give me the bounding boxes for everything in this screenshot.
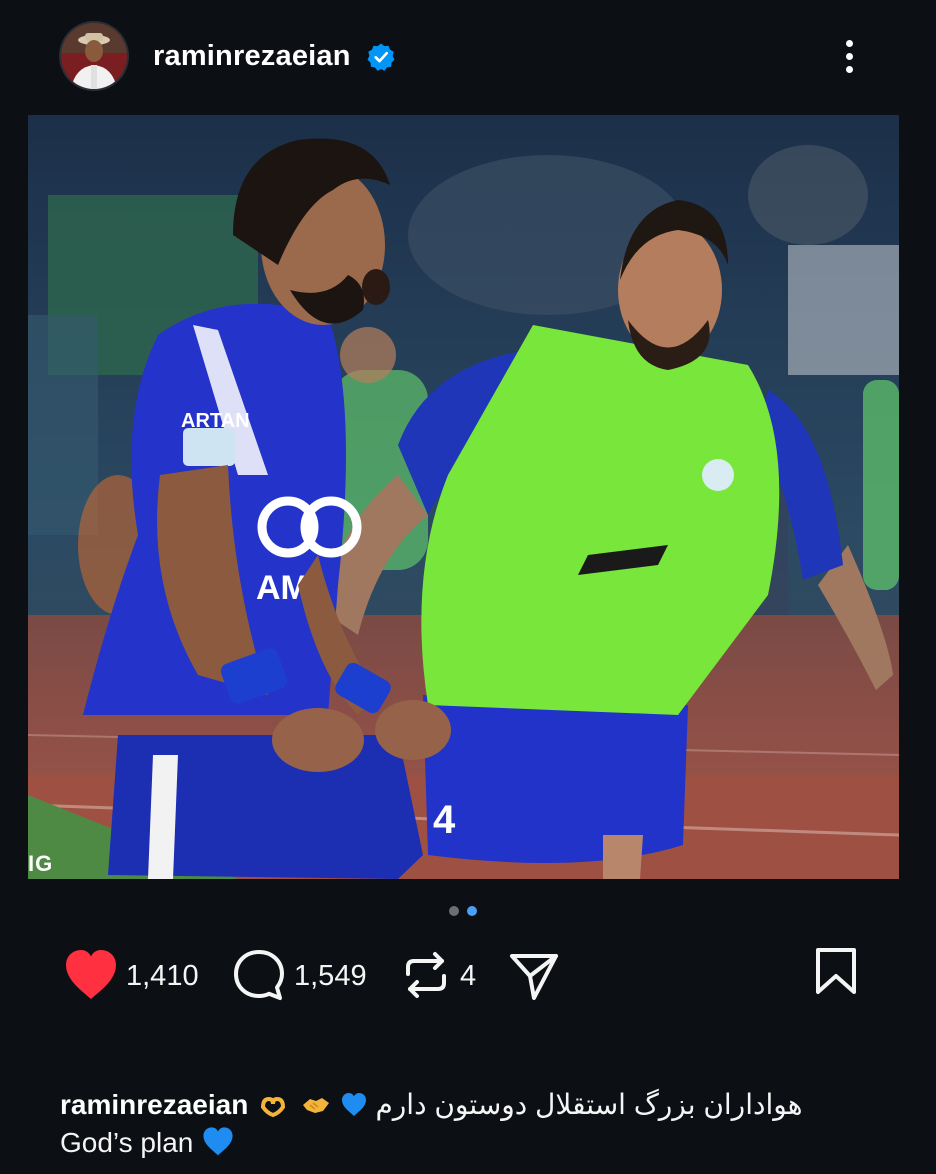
avatar[interactable] — [61, 23, 127, 89]
speech-bubble-icon[interactable] — [231, 946, 287, 1004]
heart-hands-icon — [261, 1096, 286, 1118]
action-bar: 1,410 1,549 4 — [0, 940, 936, 1010]
caption-username[interactable]: raminrezaeian — [60, 1089, 248, 1120]
more-dot — [846, 40, 853, 47]
more-dot — [846, 53, 853, 60]
photo-watermark: IG — [28, 851, 54, 876]
caption-text-farsi: هواداران بزرگ استقلال دوستون دارم — [375, 1089, 803, 1120]
like-count[interactable]: 1,410 — [126, 959, 199, 993]
blue-heart-icon — [341, 1093, 366, 1116]
repost-icon[interactable] — [402, 946, 450, 1004]
username[interactable]: raminrezaeian — [153, 38, 351, 74]
repost-count[interactable]: 4 — [460, 959, 476, 993]
carousel-dot-active — [467, 906, 477, 916]
heart-filled-icon[interactable] — [62, 946, 120, 1004]
caption-line1: هواداران بزرگ استقلال دوستون دارم — [256, 1089, 802, 1120]
svg-text:4: 4 — [433, 798, 456, 842]
blue-heart-icon — [203, 1127, 233, 1156]
post-caption: raminrezaeian هواداران بزرگ استقلال دوست… — [60, 1086, 920, 1162]
bookmark-icon[interactable] — [812, 946, 860, 996]
paper-plane-icon[interactable] — [508, 946, 560, 1004]
caption-line2: God’s plan — [60, 1124, 920, 1162]
more-dot — [846, 66, 853, 73]
comment-count[interactable]: 1,549 — [294, 959, 367, 993]
carousel-dot — [449, 906, 459, 916]
verified-badge-icon — [367, 43, 395, 71]
avatar-image — [61, 23, 127, 89]
post-photo[interactable]: 4 ARTAN AM IG — [28, 115, 899, 879]
football-celebration-image: 4 ARTAN AM — [28, 115, 899, 879]
more-options-button[interactable] — [832, 36, 868, 78]
post-header: raminrezaeian — [0, 0, 936, 112]
caption-text-english: God’s plan — [60, 1127, 194, 1158]
handshake-icon — [302, 1098, 329, 1113]
